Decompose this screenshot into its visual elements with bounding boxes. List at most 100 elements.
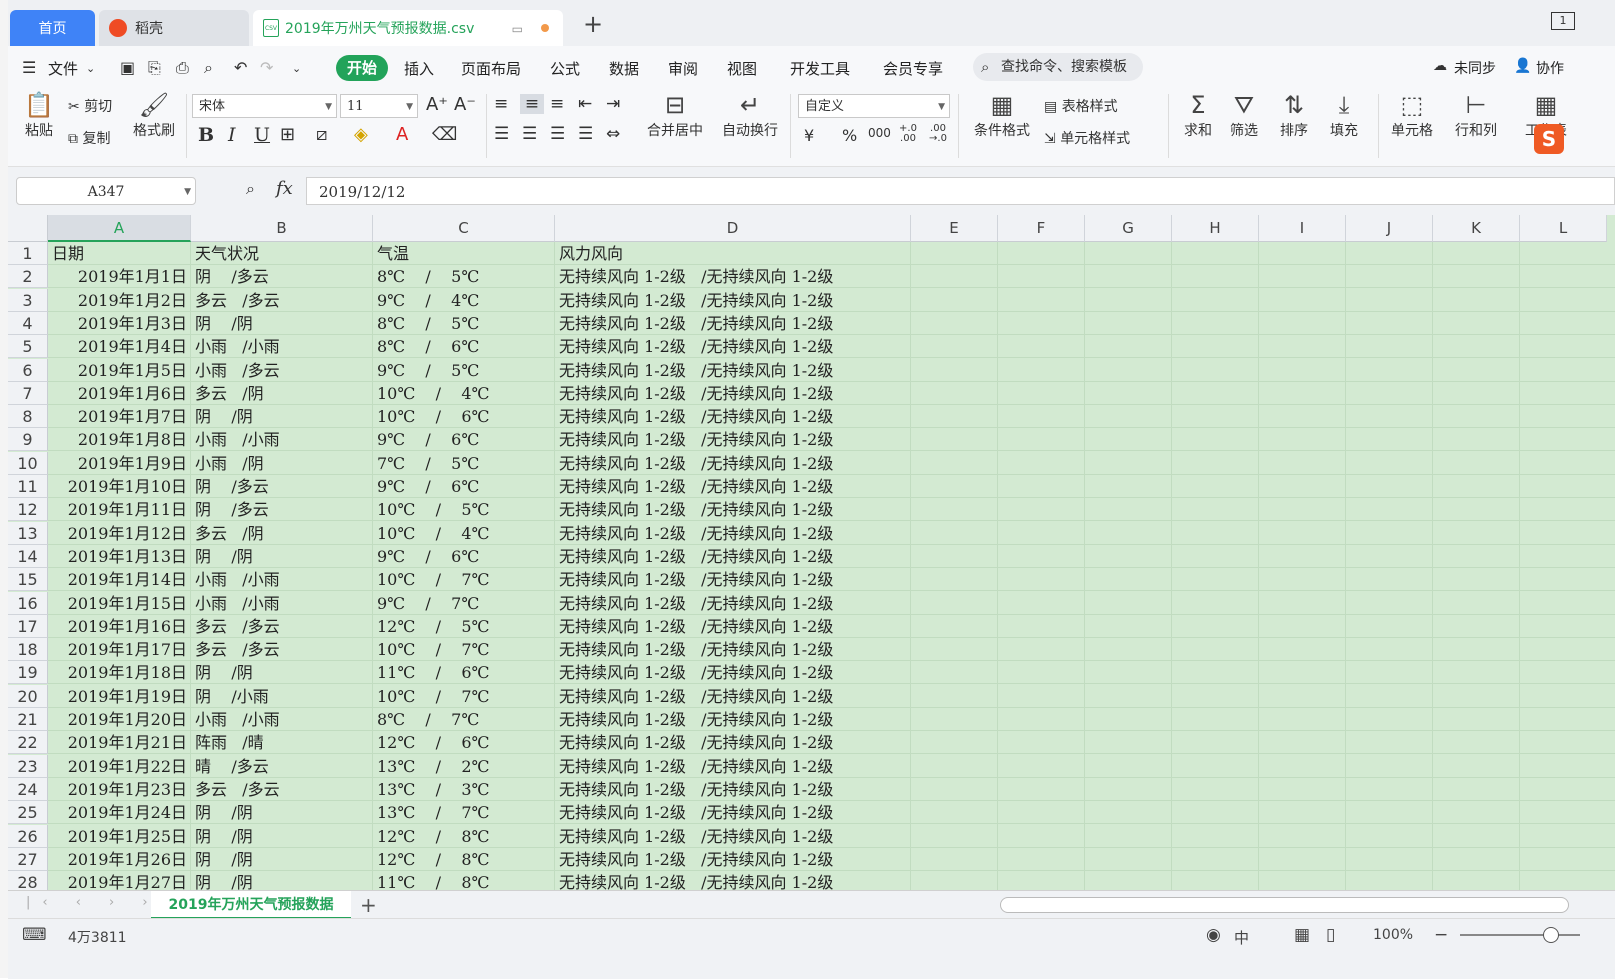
cell-temperature[interactable]: 9℃ / 6℃ [373,475,555,498]
cell-temperature[interactable]: 9℃ / 4℃ [373,289,555,312]
align-left-icon[interactable]: ☰ [494,124,509,144]
empty-cells[interactable] [911,428,1615,452]
cell-weather[interactable]: 阴 /阴 [191,312,373,335]
cell-date[interactable]: 2019年1月7日 [48,405,191,429]
cell-wind[interactable]: 无持续风向 1-2级 /无持续风向 1-2级 [555,335,911,359]
cell-weather[interactable]: 小雨 /小雨 [191,568,373,592]
cell-weather[interactable]: 小雨 /小雨 [191,428,373,452]
row-header[interactable]: 22 [8,731,48,755]
cell-date[interactable]: 2019年1月6日 [48,382,191,405]
menu-review[interactable]: 审阅 [668,58,698,79]
cell-wind[interactable]: 无持续风向 1-2级 /无持续风向 1-2级 [555,848,911,871]
cell-wind[interactable]: 无持续风向 1-2级 /无持续风向 1-2级 [555,428,911,452]
name-box[interactable]: A347 ▼ [16,177,196,205]
select-all-corner[interactable] [8,215,48,242]
number-format-select[interactable]: 自定义 ▼ [798,94,950,118]
formula-input[interactable]: 2019/12/12 [306,177,1615,205]
export-icon[interactable]: ⎘ [148,58,161,78]
tab-home[interactable]: 首页 [10,10,95,46]
cell-weather[interactable]: 阴 /阴 [191,545,373,568]
save-icon[interactable]: ▣ [120,58,135,77]
row-header[interactable]: 21 [8,708,48,731]
zoom-formula-icon[interactable]: ⌕ [246,179,255,199]
cell-wind[interactable]: 无持续风向 1-2级 /无持续风向 1-2级 [555,498,911,522]
column-header-g[interactable]: G [1085,215,1172,242]
cell-weather[interactable]: 阴 /多云 [191,498,373,522]
row-header[interactable]: 23 [8,754,48,778]
empty-cells[interactable] [911,242,1615,265]
column-header-i[interactable]: I [1259,215,1346,242]
cell-weather[interactable]: 多云 /阴 [191,522,373,545]
redo-icon[interactable]: ↷ [260,58,273,77]
empty-cells[interactable] [911,312,1615,335]
empty-cells[interactable] [911,335,1615,359]
spreadsheet-grid[interactable]: A B C D E F G H I J K L 1 日期 天气状况 气温 风力风向 2 2019年1月1日阴 /多云… [8,215,1615,890]
cell-weather[interactable]: 小雨 /小雨 [191,335,373,359]
empty-cells[interactable] [911,801,1615,825]
cell-temperature[interactable]: 12℃ / 8℃ [373,848,555,871]
chevron-down-icon[interactable]: ⌄ [86,62,95,75]
increase-decimal-button[interactable]: +.0 .00 [896,124,920,144]
empty-cells[interactable] [911,848,1615,871]
cell-wind[interactable]: 无持续风向 1-2级 /无持续风向 1-2级 [555,265,911,289]
cell-temperature[interactable]: 13℃ / 2℃ [373,755,555,778]
cell-weather[interactable]: 阴 /阴 [191,871,373,890]
cell-wind[interactable]: 无持续风向 1-2级 /无持续风向 1-2级 [555,545,911,568]
sogou-ime-icon[interactable]: S [1534,124,1564,154]
font-color-icon[interactable]: A [396,124,408,145]
cell-date[interactable]: 2019年1月14日 [48,568,191,592]
customize-toolbar-icon[interactable]: ⌄ [292,62,301,75]
cell-wind[interactable]: 无持续风向 1-2级 /无持续风向 1-2级 [555,289,911,312]
row-header[interactable]: 15 [8,568,48,592]
empty-cells[interactable] [911,731,1615,755]
cell-temperature[interactable]: 11℃ / 6℃ [373,661,555,685]
cell-temperature[interactable]: 10℃ / 5℃ [373,498,555,522]
cell-date[interactable]: 2019年1月25日 [48,825,191,848]
cell-temperature[interactable]: 9℃ / 6℃ [373,428,555,452]
monitor-icon[interactable]: ▭ [512,22,523,36]
cell-wind[interactable]: 无持续风向 1-2级 /无持续风向 1-2级 [555,405,911,429]
cell-wind[interactable]: 无持续风向 1-2级 /无持续风向 1-2级 [555,661,911,685]
cell-wind[interactable]: 无持续风向 1-2级 /无持续风向 1-2级 [555,708,911,731]
empty-cells[interactable] [911,405,1615,429]
cell-temperature[interactable]: 12℃ / 5℃ [373,615,555,638]
print-icon[interactable]: ⎙ [176,58,189,78]
empty-cells[interactable] [911,545,1615,568]
row-header[interactable]: 8 [8,405,48,429]
print-preview-icon[interactable]: ⌕ [204,58,213,78]
table-style-button[interactable]: ▤ 表格样式 [1044,96,1118,116]
horizontal-scrollbar[interactable] [1000,897,1569,913]
cell-wind[interactable]: 无持续风向 1-2级 /无持续风向 1-2级 [555,382,911,405]
row-header[interactable]: 14 [8,544,48,568]
sync-status[interactable]: 未同步 [1454,58,1496,78]
menu-member[interactable]: 会员专享 [883,58,943,79]
cell-date[interactable]: 2019年1月22日 [48,755,191,778]
empty-cells[interactable] [911,382,1615,405]
row-header[interactable]: 9 [8,428,48,452]
cell-weather[interactable]: 多云 /多云 [191,615,373,638]
zoom-level[interactable]: 100% [1373,927,1413,943]
cut-button[interactable]: ✂ 剪切 [68,96,112,116]
empty-cells[interactable] [911,522,1615,545]
row-header[interactable]: 16 [8,591,48,615]
conditional-format-button[interactable]: ▦ 条件格式 [964,90,1040,140]
cell-wind[interactable]: 无持续风向 1-2级 /无持续风向 1-2级 [555,522,911,545]
zoom-slider[interactable] [1460,934,1580,936]
sum-button[interactable]: Σ 求和 [1176,90,1220,140]
new-tab-button[interactable]: + [583,12,603,36]
cell-date[interactable]: 2019年1月8日 [48,428,191,452]
column-header-d[interactable]: D [555,215,911,242]
currency-button[interactable]: ¥ [804,126,814,145]
cell-wind[interactable]: 无持续风向 1-2级 /无持续风向 1-2级 [555,475,911,498]
cell-temperature[interactable]: 10℃ / 7℃ [373,568,555,592]
empty-cells[interactable] [911,615,1615,638]
align-center-icon[interactable]: ☰ [522,124,537,144]
column-header-b[interactable]: B [191,215,373,242]
filter-button[interactable]: ⛛ 筛选 [1222,90,1266,140]
row-header[interactable]: 6 [8,358,48,382]
decrease-decimal-button[interactable]: .00 →.0 [926,124,950,144]
cell-wind[interactable]: 无持续风向 1-2级 /无持续风向 1-2级 [555,568,911,592]
column-header-e[interactable]: E [911,215,998,242]
indent-decrease-icon[interactable]: ⇤ [578,94,592,114]
cell-temperature[interactable]: 9℃ / 5℃ [373,359,555,382]
